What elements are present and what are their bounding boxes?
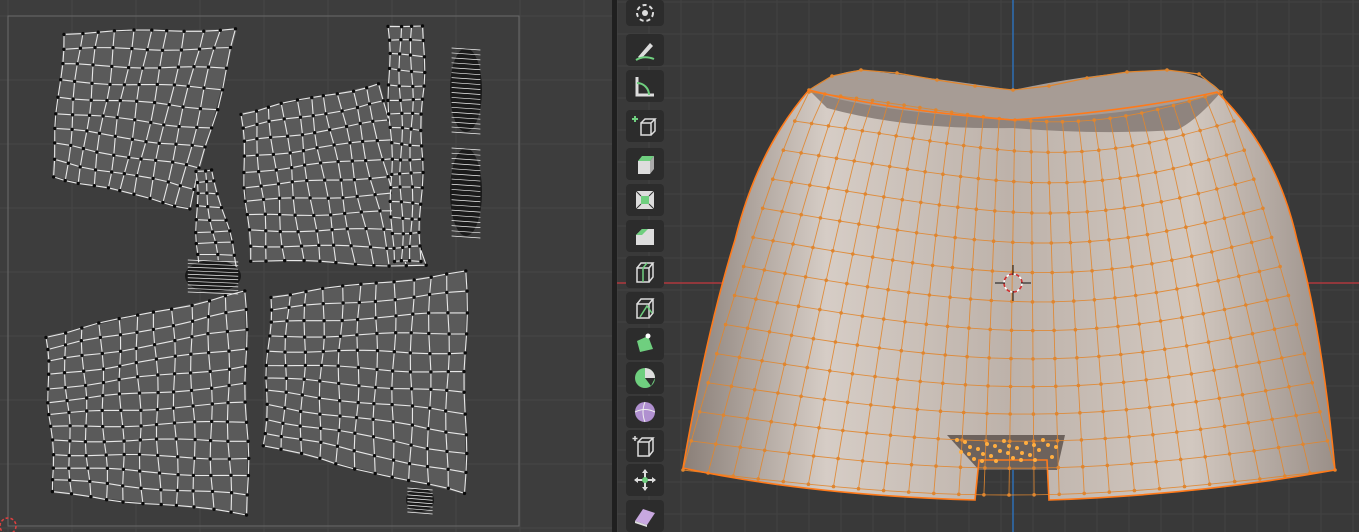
uv-island-bottom-right (261, 269, 470, 496)
cursor-icon (636, 4, 654, 22)
tool-shelf (626, 0, 666, 532)
uv-island-bottom-left (44, 289, 251, 517)
viewport-canvas[interactable] (617, 0, 1359, 532)
annotate-icon (635, 43, 655, 61)
tool-bevel[interactable] (626, 220, 664, 252)
tool-annotate[interactable] (626, 34, 664, 66)
tool-spin[interactable] (626, 362, 664, 394)
knife-icon (636, 298, 655, 319)
tool-edge-slide[interactable] (626, 430, 664, 462)
tool-cursor[interactable] (626, 0, 664, 26)
tool-measure[interactable] (626, 70, 664, 102)
edge-slide-icon (632, 436, 655, 457)
uv-island-waistband-b (450, 147, 482, 239)
uv-canvas[interactable] (0, 0, 612, 532)
uv-island-crotch-strip (194, 168, 239, 271)
smooth-vertices-icon (634, 401, 656, 423)
3d-viewport[interactable] (617, 0, 1359, 532)
tool-smooth-vertices[interactable] (626, 396, 664, 428)
extrude-region-icon (638, 156, 654, 174)
tool-inset-faces[interactable] (626, 184, 664, 216)
inset-faces-icon (635, 190, 655, 210)
bevel-icon (636, 229, 654, 245)
poly-build-icon (637, 333, 653, 352)
tool-shrink-fatten[interactable] (626, 464, 664, 496)
uv-editor[interactable] (0, 0, 612, 532)
tool-poly-build[interactable] (626, 328, 664, 360)
measure-icon (635, 77, 654, 97)
spin-icon (635, 368, 655, 388)
loop-cut-icon (636, 262, 655, 283)
shear-icon (635, 509, 655, 527)
tool-knife[interactable] (626, 292, 664, 324)
tool-extrude-region[interactable] (626, 148, 664, 180)
tool-shear[interactable] (626, 500, 664, 532)
uv-island-waist-strip (386, 24, 427, 264)
tool-loop-cut[interactable] (626, 256, 664, 288)
uv-island-waistband-a (450, 47, 482, 135)
add-cube-icon (632, 116, 657, 136)
shrink-fatten-icon (634, 469, 656, 491)
tool-add-cube[interactable] (626, 110, 664, 142)
uv-island-tip (406, 487, 434, 515)
uv-island-gusset (185, 259, 241, 295)
